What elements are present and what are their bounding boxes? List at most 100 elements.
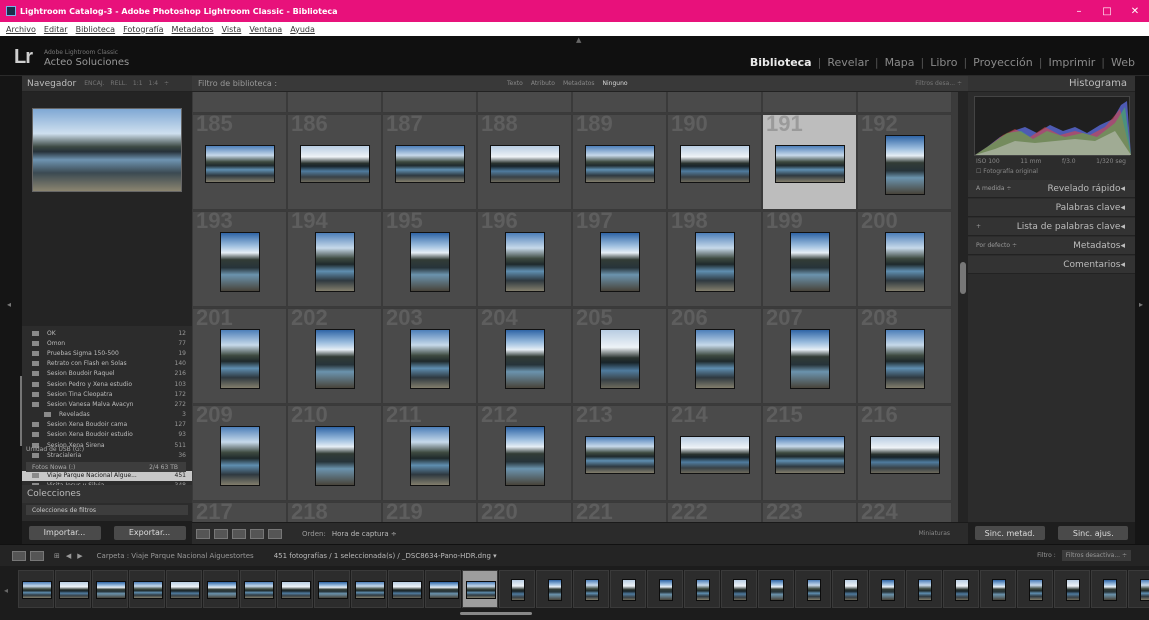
grid-cell[interactable]: 189: [572, 114, 667, 210]
import-button[interactable]: Importar...: [28, 525, 101, 540]
filmstrip-cell[interactable]: [1091, 570, 1127, 608]
panel-collapse-icon[interactable]: ◂: [1120, 203, 1125, 213]
people-view-icon[interactable]: [268, 528, 282, 539]
grid-cell[interactable]: [572, 92, 667, 113]
grid-thumbnail[interactable]: [220, 232, 260, 292]
filmstrip-cell[interactable]: [1054, 570, 1090, 608]
filmstrip-thumbnail[interactable]: [881, 579, 895, 601]
filmstrip-cell[interactable]: [203, 570, 239, 608]
grid-thumbnail[interactable]: [505, 232, 545, 292]
filmstrip-cell[interactable]: [18, 570, 54, 608]
filmstrip-scrollbar[interactable]: [460, 612, 532, 615]
grid-cell[interactable]: [287, 92, 382, 113]
filmstrip-thumbnail[interactable]: [585, 579, 599, 601]
right-panel-header[interactable]: Por defecto ÷ Metadatos ◂: [968, 237, 1135, 255]
volume-photos[interactable]: Fotos Nowa (:) 2/4 63 TB: [26, 462, 186, 472]
filter-tab-attribute[interactable]: Atributo: [531, 80, 555, 87]
module-mapa[interactable]: Mapa: [879, 56, 921, 69]
main-window-icon[interactable]: [12, 550, 26, 561]
folder-item[interactable]: Sesion Xena Boudoir cama 127: [22, 420, 192, 430]
grid-cell[interactable]: 202: [287, 308, 382, 404]
filmstrip-cell[interactable]: [795, 570, 831, 608]
filmstrip-thumbnail[interactable]: [1029, 579, 1043, 601]
collapse-left-panel-icon[interactable]: ◂: [7, 300, 11, 309]
grid-cell[interactable]: 219: [382, 502, 477, 522]
filmstrip-thumbnail[interactable]: [955, 579, 969, 601]
filmstrip-cell[interactable]: [758, 570, 794, 608]
module-biblioteca[interactable]: Biblioteca: [744, 56, 818, 69]
grid-cell[interactable]: 218: [287, 502, 382, 522]
grid-cell[interactable]: 194: [287, 211, 382, 307]
loupe-view-icon[interactable]: [214, 528, 228, 539]
filmstrip-cell[interactable]: [647, 570, 683, 608]
grid-cell[interactable]: 204: [477, 308, 572, 404]
back-arrow-icon[interactable]: ◀: [66, 552, 71, 560]
grid-view-icon[interactable]: [196, 528, 210, 539]
collection-filters-item[interactable]: Colecciones de filtros: [26, 505, 188, 515]
grid-cell[interactable]: 188: [477, 114, 572, 210]
menu-editar[interactable]: Editar: [44, 25, 68, 34]
folder-item[interactable]: Pruebas Sigma 150-500 19: [22, 348, 192, 358]
filmstrip-thumbnail[interactable]: [59, 581, 89, 599]
grid-thumbnail[interactable]: [885, 329, 925, 389]
grid-cell[interactable]: 217: [192, 502, 287, 522]
grid-cell[interactable]: 196: [477, 211, 572, 307]
grid-thumbnail[interactable]: [410, 232, 450, 292]
filter-preset-select[interactable]: Filtros desa... ÷: [915, 80, 962, 87]
grid-icon[interactable]: ⊞: [54, 552, 60, 560]
filmstrip-cell[interactable]: [388, 570, 424, 608]
filmstrip-cell[interactable]: [277, 570, 313, 608]
right-panel-header[interactable]: Comentarios ◂: [968, 256, 1135, 274]
grid-cell[interactable]: [477, 92, 572, 113]
filmstrip-thumbnail[interactable]: [548, 579, 562, 601]
menu-archivo[interactable]: Archivo: [6, 25, 36, 34]
right-panel-preset[interactable]: Por defecto ÷: [976, 242, 1017, 249]
filmstrip-cell[interactable]: [92, 570, 128, 608]
filmstrip-thumbnail[interactable]: [844, 579, 858, 601]
filmstrip-thumbnail[interactable]: [244, 581, 274, 599]
panel-collapse-icon[interactable]: ◂: [1120, 260, 1125, 270]
right-panel-header[interactable]: Palabras clave ◂: [968, 199, 1135, 217]
filmstrip-cell[interactable]: [906, 570, 942, 608]
grid-thumbnail[interactable]: [505, 426, 545, 486]
filmstrip-scroll-left-icon[interactable]: ◂: [4, 586, 8, 595]
filmstrip-cell[interactable]: [462, 570, 498, 608]
grid-thumbnail[interactable]: [220, 426, 260, 486]
grid-cell[interactable]: 213: [572, 405, 667, 501]
grid-thumbnail[interactable]: [695, 329, 735, 389]
close-button[interactable]: ✕: [1121, 6, 1149, 17]
filmstrip-cell[interactable]: [314, 570, 350, 608]
filmstrip-cell[interactable]: [1017, 570, 1053, 608]
minimize-button[interactable]: –: [1065, 6, 1093, 17]
grid-cell[interactable]: 209: [192, 405, 287, 501]
filmstrip-cell[interactable]: [573, 570, 609, 608]
grid-thumbnail[interactable]: [585, 145, 655, 183]
grid-thumbnail[interactable]: [395, 145, 465, 183]
thumbnail-size-slider[interactable]: Miniaturas: [919, 530, 950, 537]
filmstrip-cell[interactable]: [240, 570, 276, 608]
filmstrip-thumbnail[interactable]: [355, 581, 385, 599]
grid-cell[interactable]: 207: [762, 308, 857, 404]
collections-header[interactable]: Colecciones: [22, 485, 192, 503]
filmstrip-filter-select[interactable]: Filtros desactiva... ÷: [1061, 550, 1131, 561]
grid-cell[interactable]: 193: [192, 211, 287, 307]
filmstrip-thumbnail[interactable]: [96, 581, 126, 599]
grid-cell[interactable]: 208: [857, 308, 952, 404]
menu-fotografia[interactable]: Fotografía: [123, 25, 163, 34]
grid-cell[interactable]: 199: [762, 211, 857, 307]
right-panel-header[interactable]: A medida ÷ Revelado rápido ◂: [968, 180, 1135, 198]
sort-select[interactable]: Hora de captura ÷: [332, 530, 397, 538]
module-web[interactable]: Web: [1105, 56, 1141, 69]
grid-thumbnail[interactable]: [695, 232, 735, 292]
navigator-header[interactable]: Navegador ENCAJ. RELL. 1:1 1:4 ÷: [22, 76, 192, 92]
filmstrip-count[interactable]: 451 fotografías / 1 seleccionada(s) / _D…: [274, 552, 497, 560]
grid-thumbnail[interactable]: [870, 436, 940, 474]
grid-thumbnail[interactable]: [790, 232, 830, 292]
grid-thumbnail[interactable]: [315, 329, 355, 389]
filmstrip-thumbnail[interactable]: [22, 581, 52, 599]
filmstrip-cell[interactable]: [721, 570, 757, 608]
volume-usb[interactable]: Unidad de USB (G:): [26, 446, 192, 456]
grid-thumbnail[interactable]: [315, 232, 355, 292]
grid-cell[interactable]: [857, 92, 952, 113]
grid-thumbnail[interactable]: [585, 436, 655, 474]
